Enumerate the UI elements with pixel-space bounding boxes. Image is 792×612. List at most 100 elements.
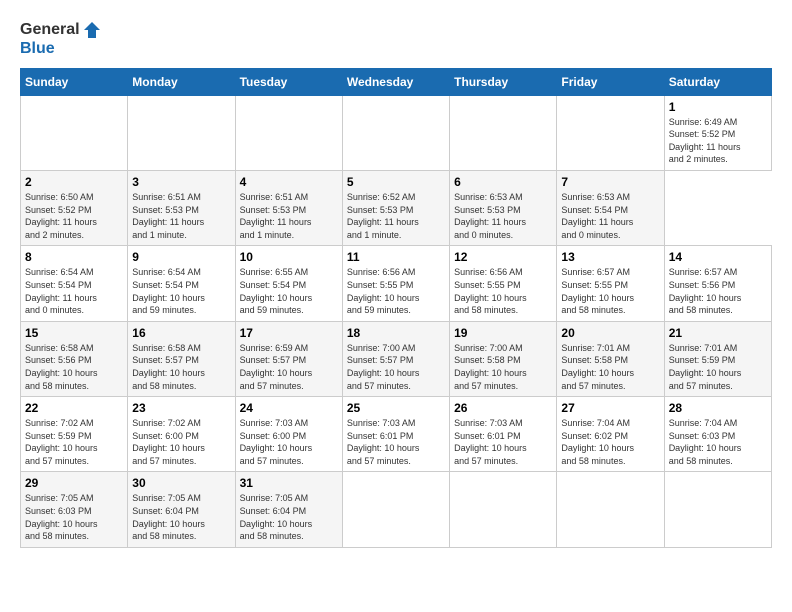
- calendar-day-cell: 20 Sunrise: 7:01 AMSunset: 5:58 PMDayligh…: [557, 321, 664, 396]
- logo-blue: Blue: [20, 40, 102, 58]
- day-number: 25: [347, 401, 445, 415]
- day-info: Sunrise: 6:51 AMSunset: 5:53 PMDaylight:…: [132, 191, 230, 241]
- day-info: Sunrise: 7:01 AMSunset: 5:59 PMDaylight:…: [669, 342, 767, 392]
- calendar-day-cell: 26 Sunrise: 7:03 AMSunset: 6:01 PMDayligh…: [450, 397, 557, 472]
- calendar-week-row: 15 Sunrise: 6:58 AMSunset: 5:56 PMDayligh…: [21, 321, 772, 396]
- calendar-day-header: Sunday: [21, 68, 128, 95]
- calendar-day-cell: 30 Sunrise: 7:05 AMSunset: 6:04 PMDayligh…: [128, 472, 235, 547]
- logo-general: General: [20, 21, 80, 39]
- page-header: General Blue: [20, 20, 772, 58]
- day-info: Sunrise: 6:53 AMSunset: 5:53 PMDaylight:…: [454, 191, 552, 241]
- day-info: Sunrise: 6:56 AMSunset: 5:55 PMDaylight:…: [347, 266, 445, 316]
- day-number: 24: [240, 401, 338, 415]
- logo: General Blue: [20, 20, 102, 58]
- calendar-day-cell: 7Sunrise: 6:53 AMSunset: 5:54 PMDaylight…: [557, 170, 664, 245]
- calendar-day-cell: 31 Sunrise: 7:05 AMSunset: 6:04 PMDayligh…: [235, 472, 342, 547]
- calendar-day-cell: [342, 472, 449, 547]
- calendar-day-cell: [557, 95, 664, 170]
- calendar-day-header: Thursday: [450, 68, 557, 95]
- day-number: 3: [132, 175, 230, 189]
- day-number: 12: [454, 250, 552, 264]
- calendar-day-header: Monday: [128, 68, 235, 95]
- calendar-day-cell: 21Sunrise: 7:01 AMSunset: 5:59 PMDayligh…: [664, 321, 771, 396]
- calendar-day-cell: 11 Sunrise: 6:56 AMSunset: 5:55 PMDayligh…: [342, 246, 449, 321]
- calendar-day-cell: [235, 95, 342, 170]
- calendar-day-cell: [450, 472, 557, 547]
- calendar-week-row: 8 Sunrise: 6:54 AMSunset: 5:54 PMDaylight…: [21, 246, 772, 321]
- day-number: 18: [347, 326, 445, 340]
- day-info: Sunrise: 6:50 AMSunset: 5:52 PMDaylight:…: [25, 191, 123, 241]
- logo-container: General Blue: [20, 20, 102, 58]
- day-info: Sunrise: 7:05 AMSunset: 6:04 PMDaylight:…: [132, 492, 230, 542]
- calendar-day-cell: 1Sunrise: 6:49 AMSunset: 5:52 PMDaylight…: [664, 95, 771, 170]
- calendar-day-cell: [128, 95, 235, 170]
- day-info: Sunrise: 7:03 AMSunset: 6:00 PMDaylight:…: [240, 417, 338, 467]
- calendar-day-cell: 27 Sunrise: 7:04 AMSunset: 6:02 PMDayligh…: [557, 397, 664, 472]
- calendar-day-cell: 4 Sunrise: 6:51 AMSunset: 5:53 PMDaylight…: [235, 170, 342, 245]
- calendar-day-cell: [664, 472, 771, 547]
- calendar-week-row: 2 Sunrise: 6:50 AMSunset: 5:52 PMDaylight…: [21, 170, 772, 245]
- day-number: 8: [25, 250, 123, 264]
- calendar-week-row: 29Sunrise: 7:05 AMSunset: 6:03 PMDayligh…: [21, 472, 772, 547]
- calendar-day-cell: 29Sunrise: 7:05 AMSunset: 6:03 PMDayligh…: [21, 472, 128, 547]
- day-number: 20: [561, 326, 659, 340]
- day-info: Sunrise: 7:00 AMSunset: 5:58 PMDaylight:…: [454, 342, 552, 392]
- day-number: 2: [25, 175, 123, 189]
- day-info: Sunrise: 7:02 AMSunset: 6:00 PMDaylight:…: [132, 417, 230, 467]
- day-info: Sunrise: 7:00 AMSunset: 5:57 PMDaylight:…: [347, 342, 445, 392]
- calendar-day-cell: [450, 95, 557, 170]
- day-number: 7: [561, 175, 659, 189]
- calendar-day-cell: 24 Sunrise: 7:03 AMSunset: 6:00 PMDayligh…: [235, 397, 342, 472]
- calendar-body: 1Sunrise: 6:49 AMSunset: 5:52 PMDaylight…: [21, 95, 772, 547]
- day-number: 23: [132, 401, 230, 415]
- calendar-day-header: Wednesday: [342, 68, 449, 95]
- day-info: Sunrise: 7:03 AMSunset: 6:01 PMDaylight:…: [454, 417, 552, 467]
- day-number: 11: [347, 250, 445, 264]
- calendar-day-cell: 9 Sunrise: 6:54 AMSunset: 5:54 PMDaylight…: [128, 246, 235, 321]
- day-info: Sunrise: 7:03 AMSunset: 6:01 PMDaylight:…: [347, 417, 445, 467]
- calendar-day-cell: 15 Sunrise: 6:58 AMSunset: 5:56 PMDayligh…: [21, 321, 128, 396]
- day-number: 9: [132, 250, 230, 264]
- day-number: 4: [240, 175, 338, 189]
- calendar-day-cell: 10Sunrise: 6:55 AMSunset: 5:54 PMDayligh…: [235, 246, 342, 321]
- calendar-header-row: SundayMondayTuesdayWednesdayThursdayFrid…: [21, 68, 772, 95]
- day-info: Sunrise: 6:56 AMSunset: 5:55 PMDaylight:…: [454, 266, 552, 316]
- day-info: Sunrise: 7:04 AMSunset: 6:03 PMDaylight:…: [669, 417, 767, 467]
- day-number: 26: [454, 401, 552, 415]
- day-number: 10: [240, 250, 338, 264]
- day-number: 15: [25, 326, 123, 340]
- day-info: Sunrise: 7:01 AMSunset: 5:58 PMDaylight:…: [561, 342, 659, 392]
- day-number: 5: [347, 175, 445, 189]
- calendar-day-cell: 14Sunrise: 6:57 AMSunset: 5:56 PMDayligh…: [664, 246, 771, 321]
- calendar-day-cell: [21, 95, 128, 170]
- day-info: Sunrise: 7:05 AMSunset: 6:04 PMDaylight:…: [240, 492, 338, 542]
- calendar-day-cell: 2 Sunrise: 6:50 AMSunset: 5:52 PMDaylight…: [21, 170, 128, 245]
- day-info: Sunrise: 6:51 AMSunset: 5:53 PMDaylight:…: [240, 191, 338, 241]
- day-info: Sunrise: 6:54 AMSunset: 5:54 PMDaylight:…: [132, 266, 230, 316]
- day-number: 22: [25, 401, 123, 415]
- calendar-day-cell: 28 Sunrise: 7:04 AMSunset: 6:03 PMDayligh…: [664, 397, 771, 472]
- day-number: 28: [669, 401, 767, 415]
- calendar-day-cell: 5Sunrise: 6:52 AMSunset: 5:53 PMDaylight…: [342, 170, 449, 245]
- calendar-day-cell: 13Sunrise: 6:57 AMSunset: 5:55 PMDayligh…: [557, 246, 664, 321]
- calendar-day-cell: 8 Sunrise: 6:54 AMSunset: 5:54 PMDaylight…: [21, 246, 128, 321]
- day-info: Sunrise: 6:57 AMSunset: 5:55 PMDaylight:…: [561, 266, 659, 316]
- calendar-day-cell: 23 Sunrise: 7:02 AMSunset: 6:00 PMDayligh…: [128, 397, 235, 472]
- day-info: Sunrise: 7:04 AMSunset: 6:02 PMDaylight:…: [561, 417, 659, 467]
- day-info: Sunrise: 6:57 AMSunset: 5:56 PMDaylight:…: [669, 266, 767, 316]
- calendar-day-cell: 3 Sunrise: 6:51 AMSunset: 5:53 PMDaylight…: [128, 170, 235, 245]
- logo-bird-icon: [82, 20, 102, 40]
- day-info: Sunrise: 7:02 AMSunset: 5:59 PMDaylight:…: [25, 417, 123, 467]
- calendar-day-cell: 25 Sunrise: 7:03 AMSunset: 6:01 PMDayligh…: [342, 397, 449, 472]
- day-number: 30: [132, 476, 230, 490]
- day-info: Sunrise: 6:58 AMSunset: 5:56 PMDaylight:…: [25, 342, 123, 392]
- day-number: 31: [240, 476, 338, 490]
- calendar-day-cell: 6Sunrise: 6:53 AMSunset: 5:53 PMDaylight…: [450, 170, 557, 245]
- calendar-day-header: Tuesday: [235, 68, 342, 95]
- calendar-day-header: Saturday: [664, 68, 771, 95]
- calendar-week-row: 22 Sunrise: 7:02 AMSunset: 5:59 PMDayligh…: [21, 397, 772, 472]
- day-number: 27: [561, 401, 659, 415]
- day-info: Sunrise: 6:54 AMSunset: 5:54 PMDaylight:…: [25, 266, 123, 316]
- day-info: Sunrise: 7:05 AMSunset: 6:03 PMDaylight:…: [25, 492, 123, 542]
- day-number: 16: [132, 326, 230, 340]
